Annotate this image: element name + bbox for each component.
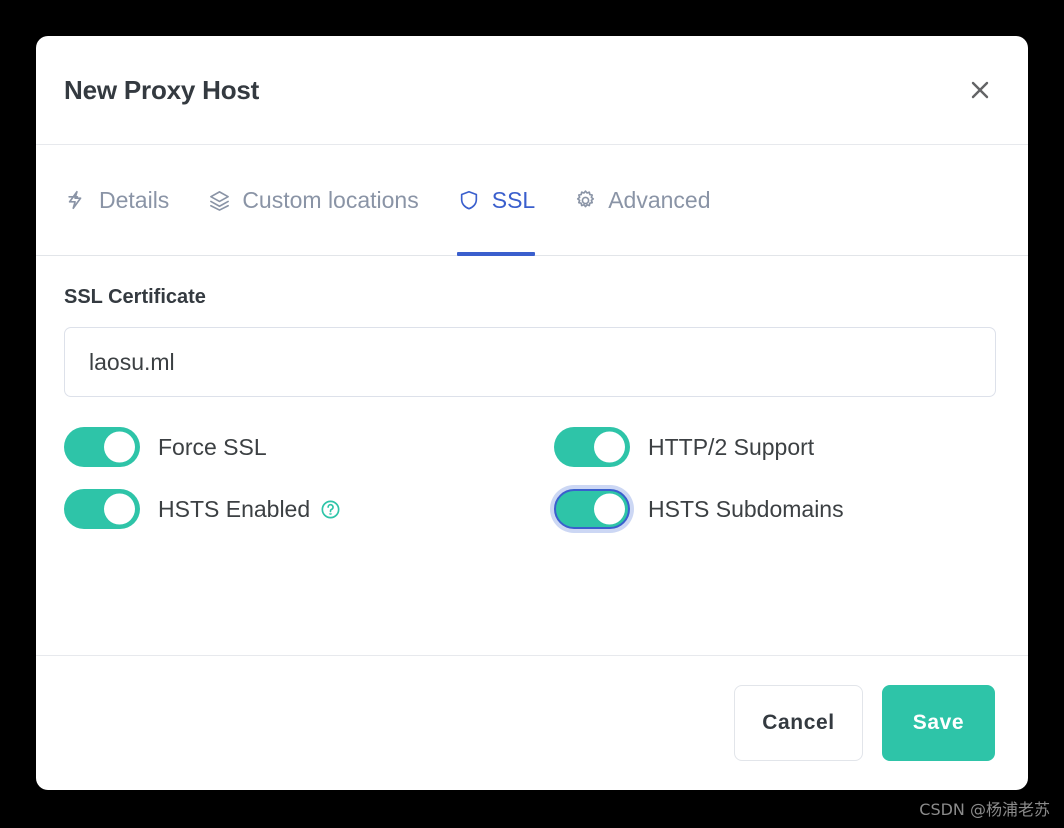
hsts-subdomains-label: HSTS Subdomains — [648, 495, 844, 522]
tab-custom-locations[interactable]: Custom locations — [207, 145, 419, 255]
hsts-subdomains-switch[interactable] — [554, 489, 630, 529]
toggle-label: HSTS Enabled — [158, 496, 342, 523]
ssl-certificate-label: SSL Certificate — [64, 286, 206, 308]
switch-knob — [104, 431, 135, 463]
switch-knob — [594, 431, 625, 463]
question-circle-icon[interactable] — [319, 498, 342, 521]
toggle-row-http2-support[interactable]: HTTP/2 Support — [554, 427, 1000, 467]
ssl-certificate-select[interactable]: laosu.ml — [64, 327, 996, 397]
force-ssl-switch[interactable] — [64, 427, 140, 467]
toggle-label: HSTS Subdomains — [648, 496, 844, 523]
save-button[interactable]: Save — [882, 685, 995, 761]
dialog-footer: Cancel Save — [36, 655, 1028, 790]
dialog-header: New Proxy Host — [36, 36, 1028, 145]
cancel-button[interactable]: Cancel — [734, 685, 863, 761]
toggle-row-hsts-enabled[interactable]: HSTS Enabled — [64, 489, 554, 529]
ssl-certificate-value: laosu.ml — [89, 348, 175, 375]
toggle-label: Force SSL — [158, 434, 267, 461]
http2-support-label: HTTP/2 Support — [648, 433, 815, 460]
tab-details[interactable]: Details — [64, 145, 169, 255]
tab-label: Custom locations — [242, 186, 419, 213]
close-icon[interactable] — [962, 72, 998, 108]
toggle-row-hsts-subdomains[interactable]: HSTS Subdomains — [554, 489, 1000, 529]
switch-knob — [594, 493, 625, 525]
screen: New Proxy Host Details Custom locations … — [0, 0, 1064, 828]
ssl-panel: SSL Certificate laosu.ml Force SSL HTTP/… — [36, 256, 1028, 655]
tab-label: Details — [99, 186, 170, 213]
layers-icon — [207, 188, 231, 212]
http2-support-switch[interactable] — [554, 427, 630, 467]
ssl-options: Force SSL HTTP/2 Support HSTS Enabled HS… — [64, 427, 1000, 529]
shield-icon — [457, 188, 481, 212]
hsts-enabled-label: HSTS Enabled — [158, 495, 311, 522]
gear-icon — [573, 188, 597, 212]
toggle-row-force-ssl[interactable]: Force SSL — [64, 427, 554, 467]
switch-knob — [104, 493, 135, 525]
hsts-enabled-switch[interactable] — [64, 489, 140, 529]
tab-advanced[interactable]: Advanced — [573, 145, 711, 255]
toggle-label: HTTP/2 Support — [648, 434, 814, 461]
watermark: CSDN @杨浦老苏 — [919, 800, 1050, 819]
tab-label: Advanced — [608, 186, 711, 213]
force-ssl-label: Force SSL — [158, 433, 267, 460]
lightning-bolt-icon — [64, 188, 88, 212]
tab-ssl[interactable]: SSL — [456, 145, 536, 256]
tab-label: SSL — [491, 186, 536, 213]
tab-bar: Details Custom locations SSL Advanced — [36, 145, 1028, 256]
dialog-title: New Proxy Host — [64, 74, 260, 105]
new-proxy-host-dialog: New Proxy Host Details Custom locations … — [36, 36, 1028, 790]
